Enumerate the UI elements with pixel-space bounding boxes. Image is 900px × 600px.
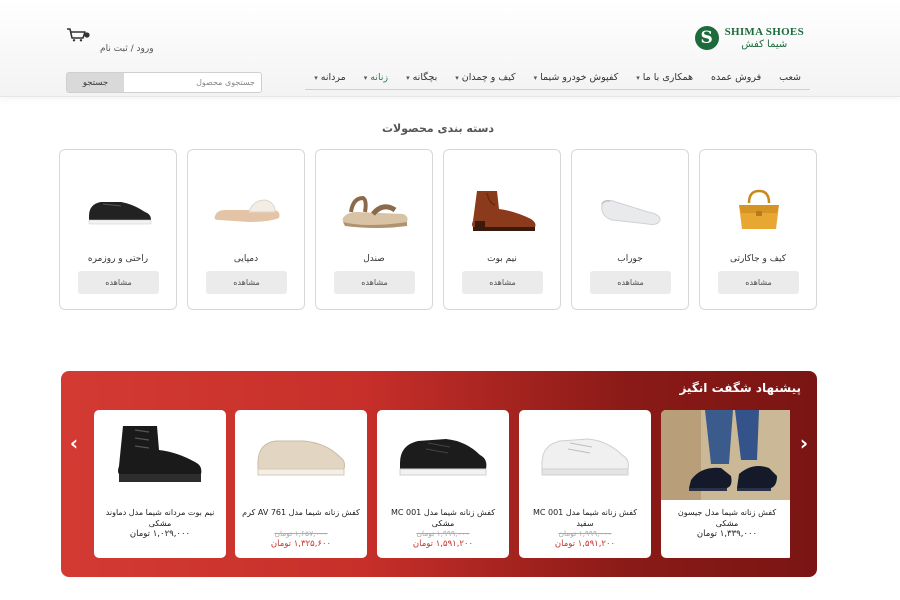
categories-grid: کیف و جاکارتی مشاهده جوراب مشاهده نیم بو… — [59, 149, 817, 310]
login-link[interactable]: ورود — [137, 44, 154, 54]
categories-title: دسته بندی محصولات — [381, 122, 495, 135]
search-input[interactable] — [124, 73, 261, 92]
logo[interactable]: S SHIMA SHOES شیما کفش — [694, 25, 804, 50]
nav-item-women[interactable]: زنانه ▾ — [355, 72, 397, 83]
product-price: ۱,۵۹۱,۲۰۰ تومان — [554, 539, 616, 549]
category-name: نیم بوت — [487, 254, 517, 264]
chevron-down-icon: ▾ — [455, 73, 459, 82]
nav-label: کفپوش خودرو شیما — [540, 72, 619, 83]
product-name: کفش زنانه شیما مدل MC 001 سفید — [532, 508, 638, 528]
offers-title: پیشنهاد شگفت انگیز — [679, 381, 801, 395]
product-image — [94, 410, 226, 500]
nav-item-wholesale[interactable]: فروش عمده — [702, 72, 770, 83]
amazing-offers-section: پیشنهاد شگفت انگیز › ‹ کفش زنانه شیما مد… — [61, 371, 817, 577]
category-view-button[interactable]: مشاهده — [462, 271, 543, 294]
nav-label: همکاری با ما — [642, 72, 693, 83]
product-image — [235, 410, 367, 500]
category-view-button[interactable]: مشاهده — [206, 271, 287, 294]
category-card-sandals[interactable]: صندل مشاهده — [315, 149, 433, 310]
product-old-price: ۱,۶۵۷,۰۰۰ تومان — [274, 529, 328, 538]
nav-item-kids[interactable]: بچگانه ▾ — [397, 72, 446, 83]
product-price: ۱,۳۲۵,۶۰۰ تومان — [270, 539, 332, 549]
sock-icon — [582, 180, 680, 240]
product-name: کفش زنانه شیما مدل MC 001 مشکی — [390, 508, 496, 528]
product-name: کفش زنانه شیما مدل AV 761 کرم — [242, 508, 360, 517]
product-card[interactable]: نیم بوت مردانه شیما مدل دماوند مشکی ۱,۰۲… — [94, 410, 226, 558]
nav-item-men[interactable]: مردانه ▾ — [305, 72, 354, 83]
register-link[interactable]: ثبت نام — [100, 44, 128, 54]
product-old-price: ۱,۹۹۹,۰۰۰ تومان — [416, 529, 470, 538]
logo-mark-icon: S — [694, 26, 719, 50]
nav-label: مردانه — [320, 72, 346, 83]
slipper-icon — [198, 180, 296, 240]
product-image — [377, 410, 509, 500]
boot-icon — [454, 180, 552, 240]
nav-label: شعب — [779, 72, 801, 83]
sneaker-icon — [70, 180, 168, 240]
product-image — [519, 410, 651, 500]
nav-item-partnership[interactable]: همکاری با ما ▾ — [627, 72, 702, 83]
product-price: ۱,۵۹۱,۲۰۰ تومان — [412, 539, 474, 549]
product-card[interactable]: کفش زنانه شیما مدل AV 761 کرم ۱,۶۵۷,۰۰۰ … — [235, 410, 367, 558]
category-view-button[interactable]: مشاهده — [334, 271, 415, 294]
chevron-down-icon: ▾ — [636, 73, 640, 82]
product-old-price: ۱,۹۹۹,۰۰۰ تومان — [558, 529, 612, 538]
logo-name-en: SHIMA SHOES — [724, 25, 804, 38]
chevron-down-icon: ▾ — [314, 73, 318, 82]
main-nav: مردانه ▾ زنانه ▾ بچگانه ▾ کیف و چمدان ▾ کفپو… — [305, 72, 810, 90]
category-view-button[interactable]: مشاهده — [78, 271, 159, 294]
product-image — [661, 410, 790, 500]
nav-label: کیف و چمدان — [461, 72, 516, 83]
category-name: کیف و جاکارتی — [729, 254, 787, 264]
category-name: صندل — [363, 254, 385, 264]
logo-name-fa: شیما کفش — [741, 38, 788, 50]
chevron-down-icon: ▾ — [406, 73, 410, 82]
cart-icon[interactable] — [66, 28, 90, 42]
nav-item-branches[interactable]: شعب — [770, 72, 810, 83]
nav-item-car-mats[interactable]: کفپوش خودرو شیما ▾ — [525, 72, 628, 83]
category-card-socks[interactable]: جوراب مشاهده — [571, 149, 689, 310]
search-button[interactable]: جستجو — [67, 73, 124, 92]
chevron-right-icon[interactable]: › — [797, 431, 811, 455]
nav-label: زنانه — [370, 72, 389, 83]
logo-text: SHIMA SHOES شیما کفش — [724, 25, 804, 50]
category-name: راحتی و روزمره — [87, 254, 149, 264]
category-view-button[interactable]: مشاهده — [718, 271, 799, 294]
nav-label: فروش عمده — [711, 72, 762, 83]
account-links: ورود / ثبت نام — [100, 44, 154, 54]
product-card[interactable]: کفش زنانه شیما مدل MC 001 سفید ۱,۹۹۹,۰۰۰… — [519, 410, 651, 558]
sandal-icon — [326, 180, 424, 240]
offers-carousel: کفش زنانه شیما مدل جیسون مشکی ۱,۳۳۹,۰۰۰ … — [94, 410, 790, 558]
category-card-bags[interactable]: کیف و جاکارتی مشاهده — [699, 149, 817, 310]
product-card[interactable]: کفش زنانه شیما مدل جیسون مشکی ۱,۳۳۹,۰۰۰ … — [661, 410, 790, 558]
nav-item-bags[interactable]: کیف و چمدان ▾ — [446, 72, 524, 83]
product-price: ۱,۰۲۹,۰۰۰ تومان — [129, 529, 191, 539]
nav-label: بچگانه — [412, 72, 438, 83]
chevron-left-icon[interactable]: ‹ — [67, 431, 81, 455]
product-name: نیم بوت مردانه شیما مدل دماوند مشکی — [105, 508, 215, 528]
category-name: جوراب — [617, 254, 643, 264]
category-view-button[interactable]: مشاهده — [590, 271, 671, 294]
account-separator: / — [130, 44, 134, 54]
chevron-down-icon: ▾ — [363, 73, 368, 82]
category-card-casual[interactable]: راحتی و روزمره مشاهده — [59, 149, 177, 310]
category-card-slippers[interactable]: دمپایی مشاهده — [187, 149, 305, 310]
chevron-down-icon: ▾ — [533, 73, 538, 82]
category-card-ankle-boots[interactable]: نیم بوت مشاهده — [443, 149, 561, 310]
product-price: ۱,۳۳۹,۰۰۰ تومان — [696, 529, 758, 539]
product-name: کفش زنانه شیما مدل جیسون مشکی — [677, 508, 777, 528]
category-name: دمپایی — [233, 254, 259, 264]
handbag-icon — [710, 180, 808, 240]
site-header: S SHIMA SHOES شیما کفش ورود / ثبت نام جس… — [0, 0, 900, 97]
search-bar: جستجو — [66, 72, 262, 93]
product-card[interactable]: کفش زنانه شیما مدل MC 001 مشکی ۱,۹۹۹,۰۰۰… — [377, 410, 509, 558]
